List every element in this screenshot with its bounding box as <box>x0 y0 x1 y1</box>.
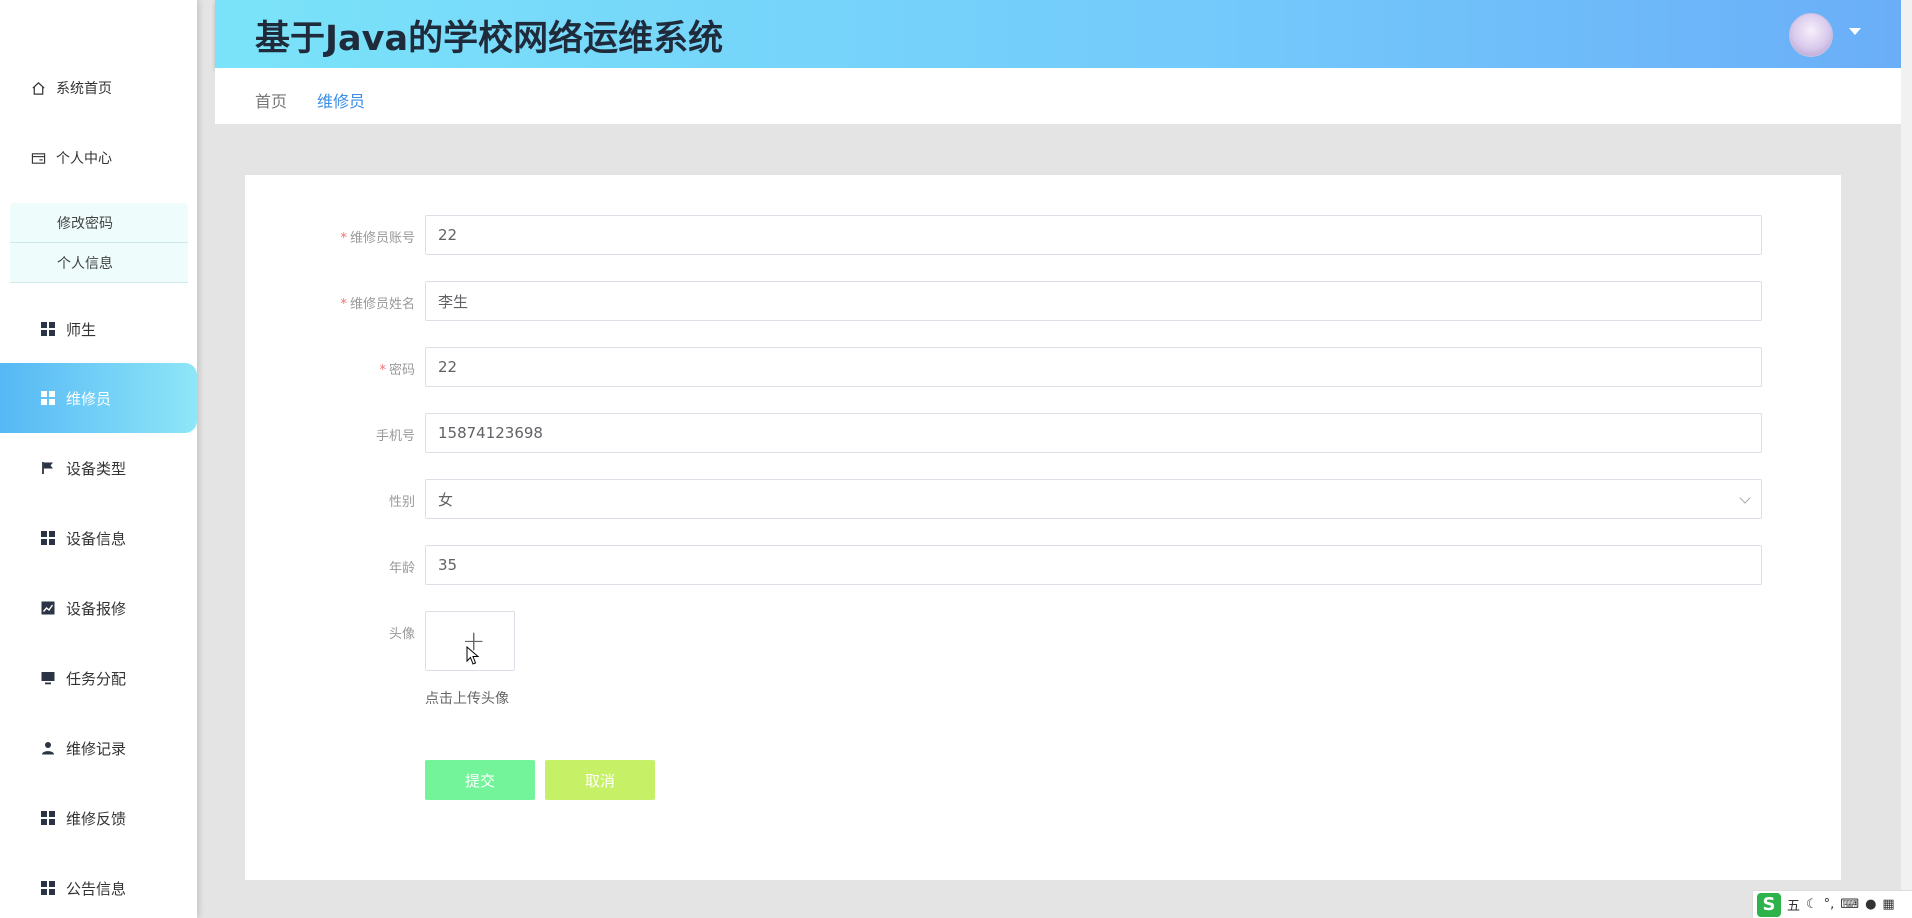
form-actions: 提交 取消 <box>245 760 1841 800</box>
sidebar-item-label: 任务分配 <box>66 669 127 688</box>
phone-input[interactable]: 15874123698 <box>425 413 1762 453</box>
submenu-item-change-password[interactable]: 修改密码 <box>10 203 188 243</box>
flag-icon <box>40 460 56 476</box>
sidebar-item-home[interactable]: 系统首页 <box>0 53 197 123</box>
grid-icon <box>40 880 56 896</box>
user-icon <box>40 740 56 756</box>
punctuation-icon[interactable]: °, <box>1824 897 1835 912</box>
chevron-down-icon <box>1739 492 1751 504</box>
sidebar-item-announcements[interactable]: 公告信息 <box>0 853 197 918</box>
age-input[interactable]: 35 <box>425 545 1762 585</box>
form-row-password: * 密码 22 <box>245 347 1841 387</box>
form-row-name: * 维修员姓名 李生 <box>245 281 1841 321</box>
moon-icon[interactable]: ☾ <box>1806 897 1818 912</box>
sidebar-item-repair-feedback[interactable]: 维修反馈 <box>0 783 197 853</box>
chevron-down-icon[interactable] <box>1849 28 1861 35</box>
sidebar-item-personal-center[interactable]: 个人中心 <box>0 123 197 193</box>
ime-mode-label[interactable]: 五 <box>1787 895 1800 914</box>
grid-icon[interactable]: ▦ <box>1882 897 1894 912</box>
scrollbar[interactable] <box>1901 0 1912 890</box>
sidebar-item-label: 系统首页 <box>56 81 112 97</box>
sidebar: 系统首页 个人中心 修改密码 个人信息 师生 维修员 设备类型 设备信息 设备报… <box>0 0 197 918</box>
sidebar-item-teachers-students[interactable]: 师生 <box>0 294 197 364</box>
app-header: 基于Java的学校网络运维系统 <box>215 0 1901 68</box>
submenu-item-personal-info[interactable]: 个人信息 <box>10 243 188 283</box>
sidebar-item-label: 维修记录 <box>66 739 127 758</box>
id-card-icon <box>30 150 46 166</box>
field-label: * 维修员姓名 <box>340 297 415 312</box>
sidebar-item-label: 个人中心 <box>56 151 112 167</box>
form-row-avatar: 头像 + 点击上传头像 <box>245 611 1841 711</box>
name-input[interactable]: 李生 <box>425 281 1762 321</box>
ime-toolbar: S 五 ☾ °, ⌨ ● ▦ <box>1752 890 1912 918</box>
gender-select-value: 女 <box>438 490 454 509</box>
sidebar-submenu: 修改密码 个人信息 <box>10 203 188 283</box>
sidebar-item-equipment-info[interactable]: 设备信息 <box>0 503 197 573</box>
gender-select[interactable]: 女 <box>425 479 1762 519</box>
repairman-form: * 维修员账号 22 * 维修员姓名 李生 * 密码 22 手机号 158741236… <box>245 175 1841 880</box>
field-label: * 密码 <box>379 363 415 378</box>
form-row-phone: 手机号 15874123698 <box>245 413 1841 453</box>
breadcrumb-home[interactable]: 首页 <box>255 88 287 112</box>
sidebar-item-label: 维修员 <box>66 389 112 408</box>
upload-hint: 点击上传头像 <box>425 691 509 707</box>
breadcrumb: 首页 维修员 <box>215 68 1901 124</box>
sidebar-item-label: 师生 <box>66 320 97 339</box>
field-label: 性别 <box>388 495 415 510</box>
form-row-account: * 维修员账号 22 <box>245 215 1841 255</box>
user-icon[interactable]: ● <box>1865 897 1876 912</box>
sidebar-item-label: 设备报修 <box>66 599 127 618</box>
keyboard-icon[interactable]: ⌨ <box>1840 897 1859 912</box>
field-label: 手机号 <box>375 429 415 444</box>
monitor-icon <box>40 670 56 686</box>
form-row-age: 年龄 35 <box>245 545 1841 585</box>
grid-icon <box>40 321 56 337</box>
sidebar-item-task-assignment[interactable]: 任务分配 <box>0 643 197 713</box>
sidebar-item-repairman[interactable]: 维修员 <box>0 363 197 433</box>
field-label: 头像 <box>388 627 415 642</box>
sidebar-item-label: 维修反馈 <box>66 809 127 828</box>
form-row-gender: 性别 女 <box>245 479 1841 519</box>
cancel-button[interactable]: 取消 <box>545 760 655 800</box>
app-title: 基于Java的学校网络运维系统 <box>255 19 724 59</box>
grid-icon <box>40 530 56 546</box>
avatar[interactable] <box>1789 13 1833 57</box>
field-label: 年龄 <box>388 561 415 576</box>
sidebar-item-equipment-type[interactable]: 设备类型 <box>0 433 197 503</box>
cursor-icon <box>466 646 480 665</box>
grid-icon <box>40 810 56 826</box>
chart-icon <box>40 600 56 616</box>
sidebar-item-repair-records[interactable]: 维修记录 <box>0 713 197 783</box>
sidebar-item-equipment-repair[interactable]: 设备报修 <box>0 573 197 643</box>
grid-icon <box>40 390 56 406</box>
sidebar-item-label: 设备信息 <box>66 529 127 548</box>
sidebar-item-label: 设备类型 <box>66 459 127 478</box>
submit-button[interactable]: 提交 <box>425 760 535 800</box>
password-input[interactable]: 22 <box>425 347 1762 387</box>
sidebar-item-label: 公告信息 <box>66 879 127 898</box>
ime-logo-icon[interactable]: S <box>1757 892 1781 917</box>
breadcrumb-current: 维修员 <box>317 92 366 111</box>
field-label: * 维修员账号 <box>340 231 415 246</box>
home-icon <box>30 80 46 96</box>
account-input[interactable]: 22 <box>425 215 1762 255</box>
